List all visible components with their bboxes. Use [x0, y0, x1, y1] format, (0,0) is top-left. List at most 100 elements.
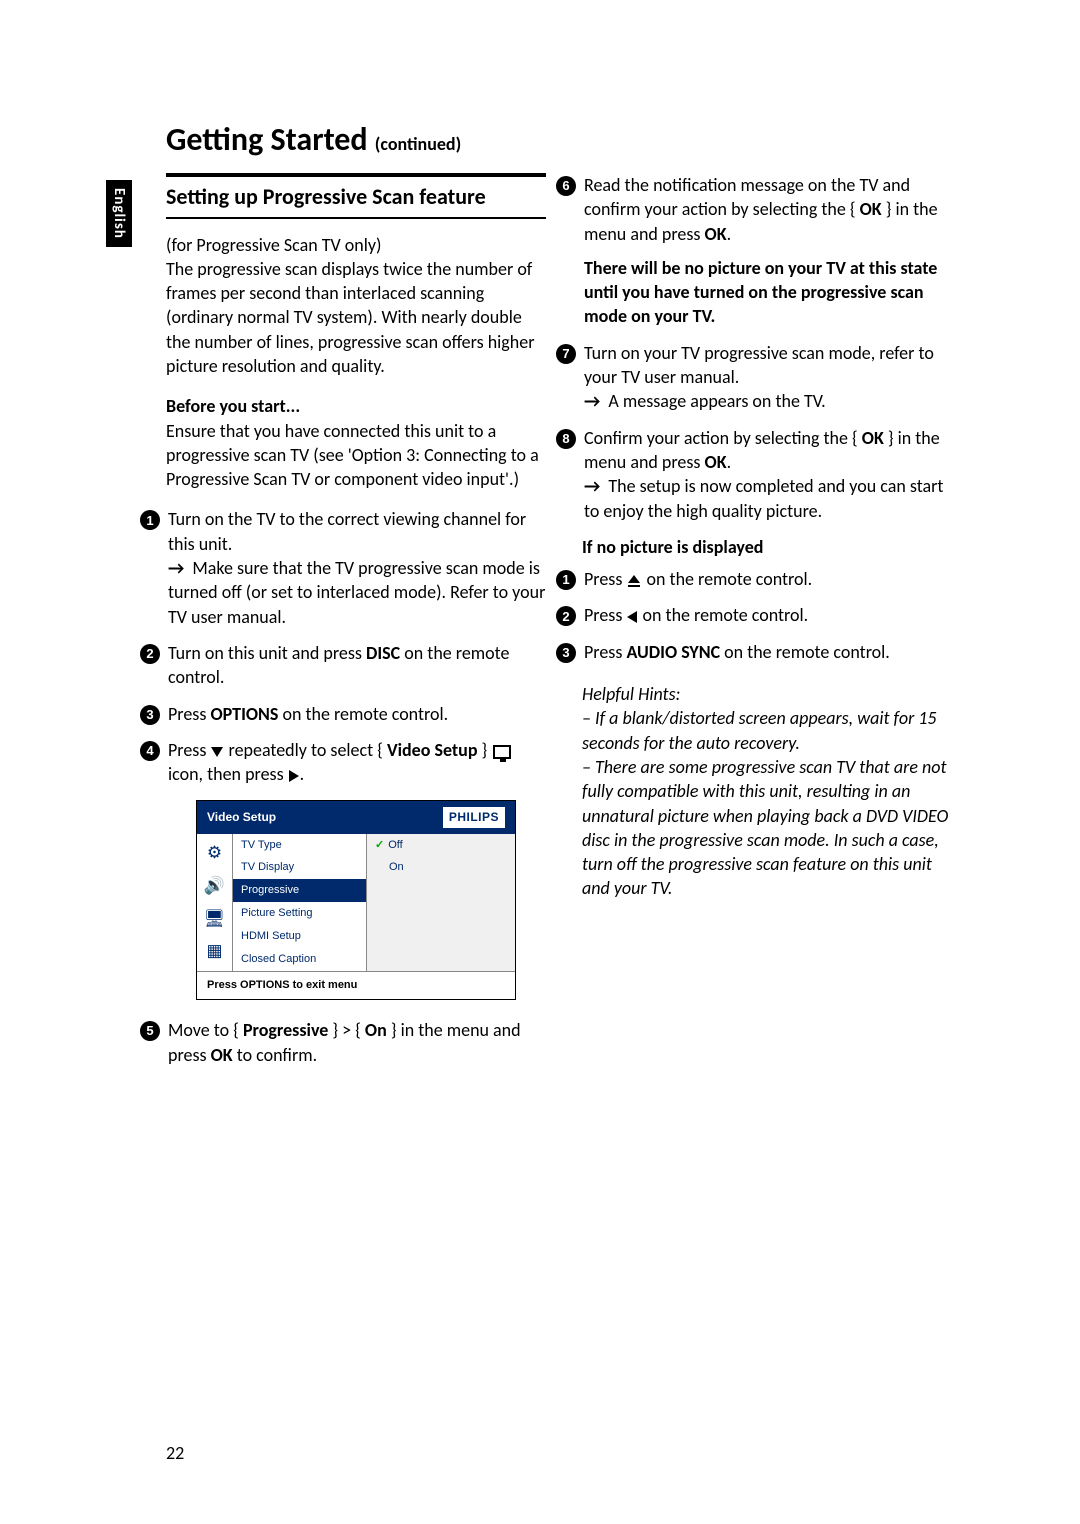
step4-bold: Video Setup	[387, 739, 478, 761]
np-step-3: 3 Press AUDIO SYNC on the remote control…	[556, 640, 962, 664]
triangle-left-icon	[626, 610, 638, 624]
step-2: 2 Turn on this unit and press DISC on th…	[140, 641, 546, 690]
language-tab: English	[106, 180, 132, 247]
step8-b1: OK	[862, 427, 884, 449]
bullet-4-icon: 4	[140, 741, 160, 761]
np-step-2: 2 Press on the remote control.	[556, 603, 962, 627]
menu-footer: Press OPTIONS to exit menu	[197, 971, 515, 999]
bullet-1-icon: 1	[140, 510, 160, 530]
menu-item: Closed Caption	[233, 948, 366, 971]
menu-title: Video Setup	[207, 809, 276, 825]
step8-c: .	[727, 451, 732, 473]
np1-post: on the remote control.	[647, 568, 813, 590]
page-number: 22	[166, 1442, 184, 1464]
hints-2: – There are some progressive scan TV tha…	[582, 755, 962, 901]
menu-icon-column: ⚙ 🔊 🖥 ▦	[197, 834, 233, 972]
menu-screenshot: Video Setup PHILIPS ⚙ 🔊 🖥 ▦ TV Type TV D…	[196, 800, 516, 1000]
step-8: 8 Confirm your action by selecting the {…	[556, 426, 962, 523]
menu-options: ✓ Off On	[367, 834, 515, 972]
opt-label: On	[389, 860, 404, 875]
step3-post: on the remote control.	[278, 703, 448, 725]
np3-pre: Press	[584, 641, 626, 663]
title-main: Getting Started	[166, 120, 368, 159]
step2-pre: Turn on this unit and press	[168, 642, 366, 664]
bullet-3-icon: 3	[556, 643, 576, 663]
np1-pre: Press	[584, 568, 626, 590]
bullet-5-icon: 5	[140, 1021, 160, 1041]
step5-b2: On	[365, 1019, 387, 1041]
step1-text: Turn on the TV to the correct viewing ch…	[168, 508, 526, 554]
hints-1: – If a blank/distorted screen appears, w…	[582, 706, 962, 755]
before-heading: Before you start...	[166, 394, 546, 418]
np2-pre: Press	[584, 604, 626, 626]
menu-item: Picture Setting	[233, 902, 366, 925]
preference-icon: ▦	[206, 940, 222, 963]
arrow-right-icon: →	[584, 475, 600, 497]
intro-text: The progressive scan displays twice the …	[166, 258, 534, 377]
menu-item: TV Display	[233, 856, 366, 879]
step5-b3: OK	[211, 1044, 233, 1066]
eject-icon	[626, 573, 642, 589]
step2-bold: DISC	[366, 642, 400, 664]
np2-post: on the remote control.	[643, 604, 809, 626]
step-4: 4 Press repeatedly to select { Video Set…	[140, 738, 546, 787]
helpful-hints: Helpful Hints: – If a blank/distorted sc…	[582, 682, 962, 901]
step3-bold: OPTIONS	[210, 703, 278, 725]
menu-option: On	[367, 856, 515, 879]
arrow-right-icon: →	[168, 557, 184, 579]
bullet-8-icon: 8	[556, 429, 576, 449]
arrow-right-icon: →	[584, 390, 600, 412]
warning-text: There will be no picture on your TV at t…	[584, 256, 962, 329]
bullet-6-icon: 6	[556, 176, 576, 196]
bullet-1-icon: 1	[556, 570, 576, 590]
step-7: 7 Turn on your TV progressive scan mode,…	[556, 341, 962, 414]
menu-list: TV Type TV Display Progressive Picture S…	[233, 834, 367, 972]
step3-pre: Press	[168, 703, 210, 725]
step6-c: .	[727, 223, 732, 245]
section-heading: Setting up Progressive Scan feature	[166, 183, 546, 211]
step5-mid: } > {	[328, 1019, 365, 1041]
step4-post: icon, then press	[168, 763, 288, 785]
step8-a: Confirm your action by selecting the {	[584, 427, 862, 449]
no-picture-heading: If no picture is displayed	[582, 535, 962, 559]
title-suffix: (continued)	[375, 133, 461, 155]
step5-pre: Move to {	[168, 1019, 243, 1041]
step6-b2: OK	[705, 223, 727, 245]
step7-b: A message appears on the TV.	[608, 390, 825, 412]
step4-pre: Press	[168, 739, 210, 761]
bullet-7-icon: 7	[556, 344, 576, 364]
hints-title: Helpful Hints:	[582, 682, 962, 706]
monitor-icon	[493, 745, 511, 759]
step-3: 3 Press OPTIONS on the remote control.	[140, 702, 546, 726]
setup-icon: ⚙	[207, 842, 222, 865]
check-icon: ✓	[375, 838, 384, 853]
bullet-2-icon: 2	[556, 606, 576, 626]
before-text: Ensure that you have connected this unit…	[166, 420, 539, 491]
step8-b2: OK	[705, 451, 727, 473]
page-title: Getting Started (continued)	[166, 120, 980, 159]
intro-note: (for Progressive Scan TV only)	[166, 234, 381, 256]
np-step-1: 1 Press on the remote control.	[556, 567, 962, 591]
audio-icon: 🔊	[204, 875, 225, 898]
step6-b1: OK	[860, 198, 882, 220]
video-icon: 🖥	[204, 908, 226, 931]
menu-option: ✓ Off	[367, 834, 515, 857]
left-column: Setting up Progressive Scan feature (for…	[166, 173, 546, 1079]
menu-item: TV Type	[233, 834, 366, 857]
menu-item-selected: Progressive	[233, 879, 366, 902]
brand-logo: PHILIPS	[443, 807, 505, 827]
step1-note: Make sure that the TV progressive scan m…	[168, 557, 545, 628]
step-5: 5 Move to { Progressive } > { On } in th…	[140, 1018, 546, 1067]
triangle-right-icon	[288, 769, 300, 783]
step4-mid2: }	[477, 739, 491, 761]
step7-a: Turn on your TV progressive scan mode, r…	[584, 342, 934, 388]
step4-mid: repeatedly to select {	[229, 739, 387, 761]
bullet-3-icon: 3	[140, 705, 160, 725]
triangle-down-icon	[210, 746, 224, 758]
bullet-2-icon: 2	[140, 644, 160, 664]
menu-item: HDMI Setup	[233, 925, 366, 948]
step5-b1: Progressive	[243, 1019, 328, 1041]
opt-label: Off	[388, 838, 402, 853]
right-column: 6 Read the notification message on the T…	[582, 173, 962, 1079]
np3-post: on the remote control.	[720, 641, 890, 663]
